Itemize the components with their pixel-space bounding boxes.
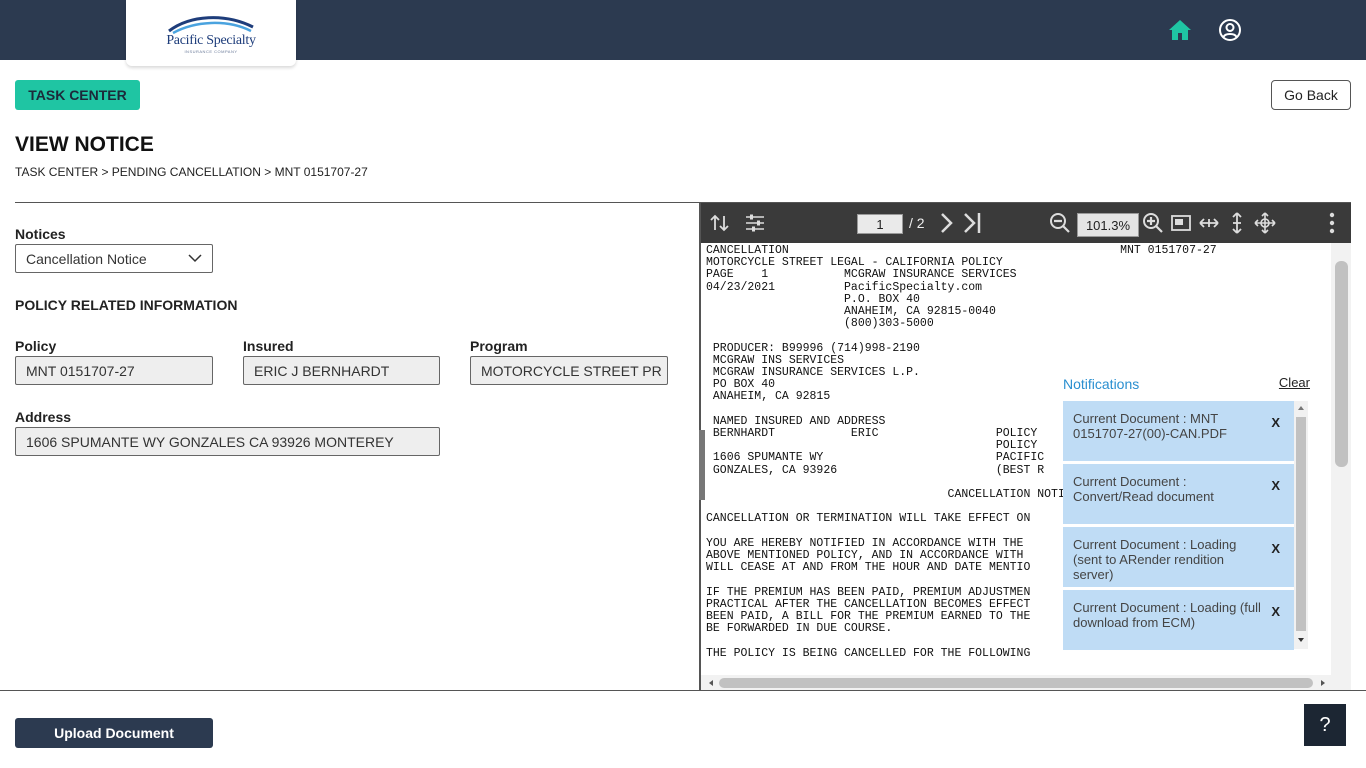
- notifications-title: Notifications: [1063, 376, 1140, 392]
- notices-label: Notices: [15, 226, 66, 242]
- page-total: / 2: [909, 215, 925, 231]
- policy-section-title: POLICY RELATED INFORMATION: [15, 297, 238, 313]
- logo-wave-icon: [168, 15, 254, 34]
- task-center-button[interactable]: TASK CENTER: [15, 80, 140, 110]
- chevron-down-icon: [188, 254, 202, 263]
- address-label: Address: [15, 409, 72, 425]
- notification-item: Current Document : Loading (full downloa…: [1063, 590, 1294, 650]
- horizontal-scroll-thumb[interactable]: [719, 678, 1313, 688]
- notification-text: Current Document : Loading (sent to ARen…: [1073, 537, 1237, 582]
- program-field[interactable]: MOTORCYCLE STREET PR: [470, 356, 668, 385]
- vertical-scroll-thumb[interactable]: [1335, 261, 1348, 467]
- company-logo[interactable]: Pacific Specialty INSURANCE COMPANY: [126, 0, 296, 66]
- fit-height-icon[interactable]: [1226, 212, 1248, 234]
- document-horizontal-scrollbar[interactable]: [701, 675, 1331, 691]
- logo-wordmark: Pacific Specialty: [166, 32, 256, 48]
- zoom-out-icon[interactable]: [1049, 212, 1071, 234]
- notices-dropdown[interactable]: Cancellation Notice: [15, 244, 213, 273]
- policy-field[interactable]: MNT 0151707-27: [15, 356, 213, 385]
- address-field[interactable]: 1606 SPUMANTE WY GONZALES CA 93926 MONTE…: [15, 427, 440, 456]
- scroll-down-arrow-icon[interactable]: [1297, 637, 1305, 643]
- home-icon[interactable]: [1168, 18, 1192, 42]
- notification-text: Current Document : Loading (full downloa…: [1073, 600, 1261, 630]
- user-circle-icon[interactable]: [1218, 18, 1242, 42]
- help-button[interactable]: ?: [1304, 704, 1346, 746]
- notification-close-button[interactable]: X: [1271, 541, 1280, 556]
- insured-field[interactable]: ERIC J BERNHARDT: [243, 356, 440, 385]
- scroll-right-arrow-icon[interactable]: [1319, 679, 1327, 687]
- notifications-scroll-thumb[interactable]: [1296, 417, 1306, 631]
- notification-text: Current Document : MNT 0151707-27(00)-CA…: [1073, 411, 1227, 441]
- notifications-scrollbar[interactable]: [1294, 401, 1308, 649]
- sort-arrows-icon[interactable]: [709, 212, 731, 234]
- viewer-toolbar: 1 / 2 101.3%: [701, 203, 1351, 243]
- notices-selected-value: Cancellation Notice: [26, 251, 147, 267]
- notification-close-button[interactable]: X: [1271, 604, 1280, 619]
- go-back-button[interactable]: Go Back: [1271, 80, 1351, 110]
- fit-page-icon[interactable]: [1170, 212, 1192, 234]
- policy-label: Policy: [15, 338, 57, 354]
- footer-divider: [0, 690, 1366, 691]
- page-number-input[interactable]: 1: [857, 214, 903, 234]
- notification-item: Current Document : Convert/Read document…: [1063, 464, 1294, 524]
- document-vertical-scrollbar[interactable]: [1331, 243, 1351, 723]
- notification-close-button[interactable]: X: [1271, 478, 1280, 493]
- notification-text: Current Document : Convert/Read document: [1073, 474, 1214, 504]
- logo-subtext: INSURANCE COMPANY: [184, 48, 238, 54]
- insured-label: Insured: [243, 338, 294, 354]
- next-page-icon[interactable]: [935, 212, 957, 234]
- fit-width-icon[interactable]: [1198, 212, 1220, 234]
- notification-item: Current Document : Loading (sent to ARen…: [1063, 527, 1294, 587]
- notifications-clear-link[interactable]: Clear: [1279, 375, 1310, 390]
- upload-document-button[interactable]: Upload Document: [15, 718, 213, 748]
- breadcrumb: TASK CENTER > PENDING CANCELLATION > MNT…: [15, 165, 368, 179]
- notifications-panel: Notifications Clear Current Document : M…: [1063, 373, 1310, 651]
- more-options-icon[interactable]: [1321, 212, 1343, 234]
- page-title: VIEW NOTICE: [15, 133, 154, 156]
- scroll-left-arrow-icon[interactable]: [707, 679, 715, 687]
- settings-sliders-icon[interactable]: [744, 212, 766, 234]
- scroll-up-arrow-icon[interactable]: [1297, 405, 1305, 411]
- top-navigation-bar: Pacific Specialty INSURANCE COMPANY: [0, 0, 1366, 66]
- notification-close-button[interactable]: X: [1271, 415, 1280, 430]
- program-label: Program: [470, 338, 528, 354]
- zoom-in-icon[interactable]: [1142, 212, 1164, 234]
- zoom-level-input[interactable]: 101.3%: [1077, 213, 1139, 237]
- pan-move-icon[interactable]: [1254, 212, 1276, 234]
- last-page-icon[interactable]: [961, 212, 983, 234]
- notification-item: Current Document : MNT 0151707-27(00)-CA…: [1063, 401, 1294, 461]
- viewer-resize-handle[interactable]: [699, 430, 705, 500]
